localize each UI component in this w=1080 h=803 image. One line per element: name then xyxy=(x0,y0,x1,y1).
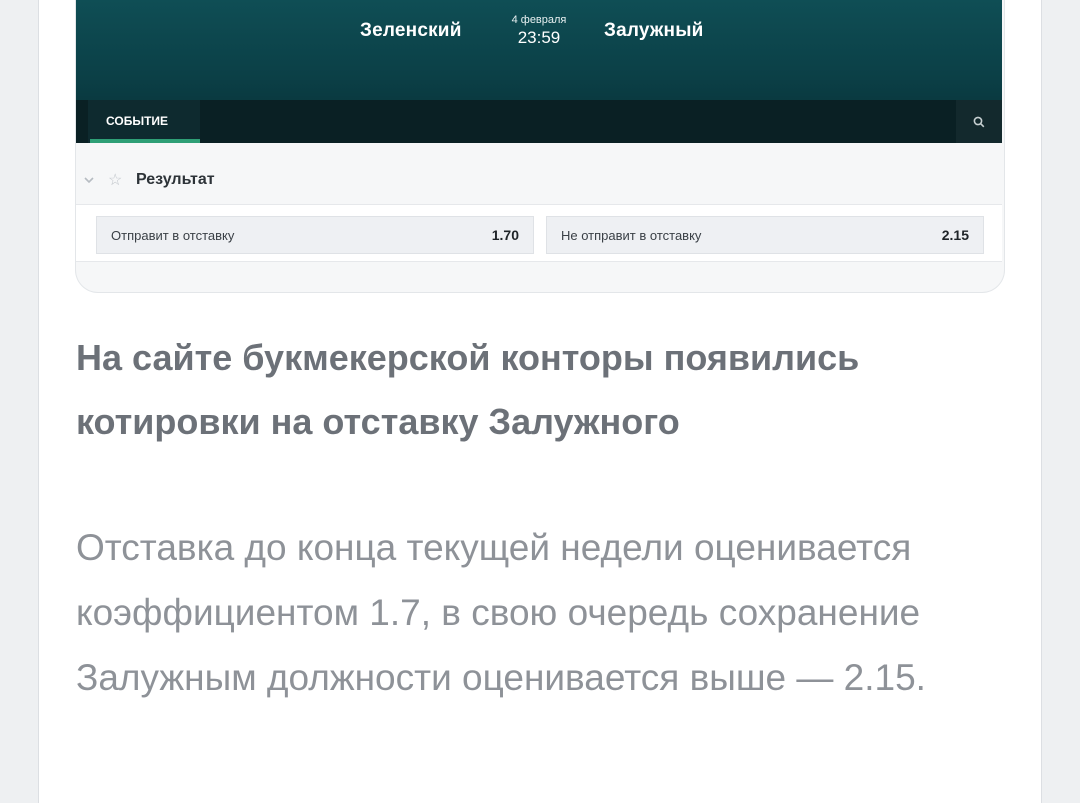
match-time: 23:59 xyxy=(517,28,561,47)
odds-row: Отправит в отставку 1.70 Не отправит в о… xyxy=(76,204,1002,262)
article-headline: На сайте букмекерской конторы появились … xyxy=(76,337,860,442)
search-button[interactable] xyxy=(956,100,1002,143)
outcome-label: Не отправит в отставку xyxy=(561,228,702,243)
article-paragraph: Отставка до конца текущей недели оценива… xyxy=(76,527,926,698)
tab-bar: СОБЫТИЕ xyxy=(76,100,1002,143)
outcome-odds: 1.70 xyxy=(491,227,519,243)
match-date: 4 февраля xyxy=(511,14,567,26)
team-right-name: Залужный xyxy=(604,20,704,41)
market-header[interactable]: ☆ Результат xyxy=(76,158,1002,204)
chevron-down-icon[interactable] xyxy=(82,173,96,187)
search-icon xyxy=(973,116,985,128)
tab-active-indicator xyxy=(90,139,200,143)
tab-event-label: СОБЫТИЕ xyxy=(106,114,169,128)
outcome-label: Отправит в отставку xyxy=(111,228,235,243)
betting-screenshot: Зеленский 4 февраля 23:59 Залужный СОБЫТ… xyxy=(76,0,1004,292)
market-title: Результат xyxy=(136,171,215,188)
team-left-name: Зеленский xyxy=(360,20,462,41)
outcome-not-resign-button[interactable]: Не отправит в отставку 2.15 xyxy=(546,216,984,254)
outcome-resign-button[interactable]: Отправит в отставку 1.70 xyxy=(96,216,534,254)
star-icon[interactable]: ☆ xyxy=(108,170,122,190)
outcome-odds: 2.15 xyxy=(941,227,969,243)
